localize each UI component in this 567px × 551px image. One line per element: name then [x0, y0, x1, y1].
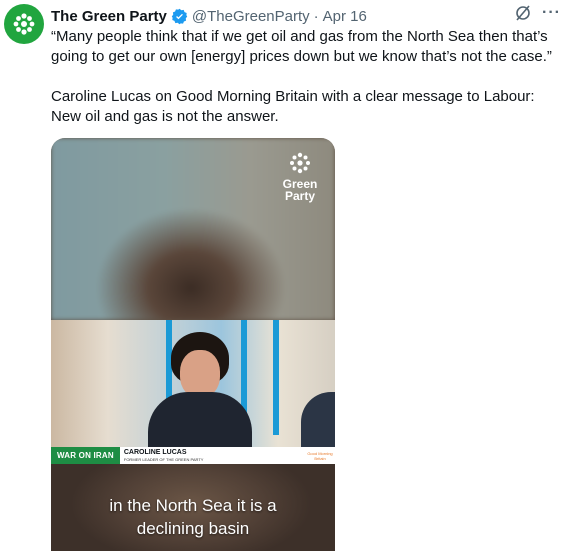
tweet-text: “Many people think that if we get oil an…: [51, 27, 563, 127]
studio-stripe: [273, 320, 279, 435]
video-caption: in the North Sea it is a declining basin: [51, 494, 335, 540]
tweet-quote: “Many people think that if we get oil an…: [51, 28, 552, 65]
green-party-watermark-icon: [290, 152, 310, 174]
header-actions: ···: [514, 4, 561, 22]
tweet-description: Caroline Lucas on Good Morning Britain w…: [51, 88, 535, 125]
tweet[interactable]: The Green Party @TheGreenParty · Apr 16 …: [0, 0, 567, 551]
more-options-icon[interactable]: ···: [542, 5, 561, 21]
gmb-logo: Good Morning Britain: [305, 447, 335, 464]
caption-line1: in the North Sea it is a: [109, 496, 277, 515]
watermark-line2: Party: [284, 189, 316, 203]
account-handle[interactable]: @TheGreenParty: [192, 8, 310, 25]
news-ticker: WAR ON IRAN CAROLINE LUCAS FORMER LEADER…: [51, 447, 335, 464]
speaker-figure: [133, 330, 263, 452]
ticker-tag: WAR ON IRAN: [51, 447, 120, 464]
tweet-date[interactable]: Apr 16: [323, 8, 367, 25]
avatar[interactable]: [4, 4, 44, 44]
video-player[interactable]: Green Party WAR ON IRAN CAROLINE LUCAS F…: [51, 138, 335, 551]
video-frame: WAR ON IRAN CAROLINE LUCAS FORMER LEADER…: [51, 320, 335, 464]
header-separator: ·: [313, 7, 319, 25]
green-party-watermark: Green Party: [273, 150, 327, 202]
verified-badge-icon: [171, 8, 188, 25]
ticker-role: FORMER LEADER OF THE GREEN PARTY: [123, 457, 204, 462]
ticker-name-block: CAROLINE LUCAS FORMER LEADER OF THE GREE…: [119, 447, 305, 464]
tweet-header: The Green Party @TheGreenParty · Apr 16: [51, 6, 559, 26]
account-name[interactable]: The Green Party: [51, 8, 167, 25]
green-party-logo-icon: [13, 13, 35, 35]
ticker-name: CAROLINE LUCAS: [123, 449, 187, 456]
caption-line2: declining basin: [136, 519, 250, 538]
grok-icon[interactable]: [514, 4, 532, 22]
